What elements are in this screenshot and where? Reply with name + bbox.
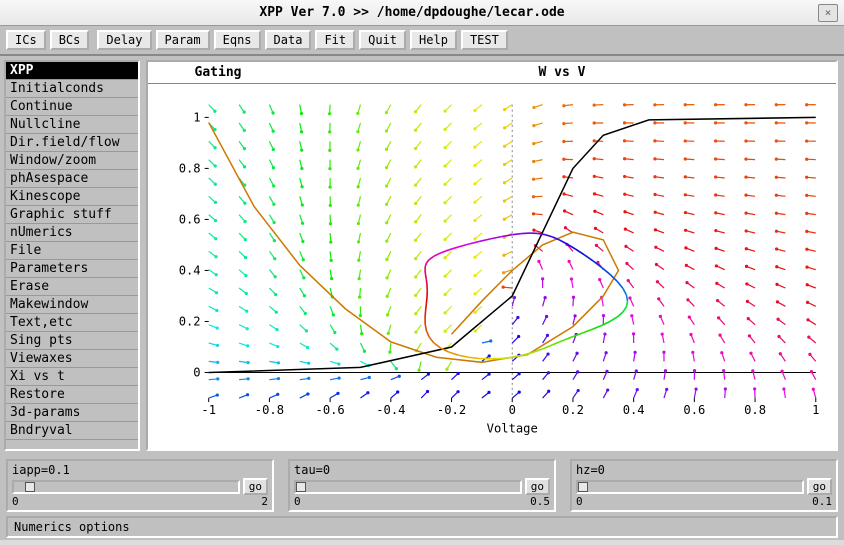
slider-track[interactable] (12, 480, 240, 494)
param-button[interactable]: Param (156, 30, 210, 50)
sidebar-item-graphic-stuff[interactable]: Graphic stuff (6, 206, 138, 224)
sidebar-item-initialconds[interactable]: Initialconds (6, 80, 138, 98)
svg-text:0.4: 0.4 (623, 403, 645, 417)
slider-max: 0.1 (812, 495, 832, 508)
plot-gating-label: Gating (148, 62, 288, 83)
svg-text:-0.4: -0.4 (376, 403, 405, 417)
eqns-button[interactable]: Eqns (214, 30, 261, 50)
slider-track[interactable] (294, 480, 522, 494)
sidebar-item-erase[interactable]: Erase (6, 278, 138, 296)
close-button[interactable]: × (818, 4, 838, 22)
slider-min: 0 (12, 495, 19, 508)
sidebar-item-bndryval[interactable]: Bndryval (6, 422, 138, 440)
slider-panel-0: iapp=0.1go 0 2 (6, 459, 274, 512)
sidebar-item-window-zoom[interactable]: Window/zoom (6, 152, 138, 170)
svg-text:0.6: 0.6 (683, 403, 705, 417)
slider-min: 0 (576, 495, 583, 508)
sidebar-item-dir-field-flow[interactable]: Dir.field/flow (6, 134, 138, 152)
sidebar: XPPInitialcondsContinueNullclineDir.fiel… (4, 60, 140, 451)
svg-text:-0.8: -0.8 (255, 403, 284, 417)
sidebar-item-file[interactable]: File (6, 242, 138, 260)
data-button[interactable]: Data (265, 30, 312, 50)
slider-thumb[interactable] (578, 482, 588, 492)
delay-button[interactable]: Delay (97, 30, 151, 50)
svg-text:-0.6: -0.6 (316, 403, 345, 417)
toolbar: ICs BCs Delay Param Eqns Data Fit Quit H… (0, 26, 844, 56)
slider-thumb[interactable] (296, 482, 306, 492)
svg-text:0.4: 0.4 (179, 264, 201, 278)
svg-text:0.8: 0.8 (744, 403, 766, 417)
svg-text:-1: -1 (201, 403, 216, 417)
sidebar-item-parameters[interactable]: Parameters (6, 260, 138, 278)
slider-go-button[interactable]: go (807, 478, 832, 495)
sidebar-item-restore[interactable]: Restore (6, 386, 138, 404)
fit-button[interactable]: Fit (315, 30, 355, 50)
sidebar-item-phasespace[interactable]: phAsespace (6, 170, 138, 188)
svg-text:0: 0 (509, 403, 516, 417)
slider-go-button[interactable]: go (243, 478, 268, 495)
titlebar: XPP Ver 7.0 >> /home/dpdoughe/lecar.ode … (0, 0, 844, 26)
help-button[interactable]: Help (410, 30, 457, 50)
phase-plane-plot[interactable]: -1 -0.8 -0.6 -0.4 -0.2 0 0.2 0.4 0.6 0.8 1 0 0.2 0.4 0… (148, 84, 836, 449)
slider-max: 0.5 (530, 495, 550, 508)
slider-panel-1: tau=0go 0 0.5 (288, 459, 556, 512)
bcs-button[interactable]: BCs (50, 30, 90, 50)
sidebar-item-numerics[interactable]: nUmerics (6, 224, 138, 242)
sidebar-item-continue[interactable]: Continue (6, 98, 138, 116)
svg-text:1: 1 (193, 110, 200, 124)
plot-title: W vs V (288, 62, 836, 83)
svg-text:0: 0 (193, 366, 200, 380)
slider-thumb[interactable] (25, 482, 35, 492)
ics-button[interactable]: ICs (6, 30, 46, 50)
slider-max: 2 (261, 495, 268, 508)
svg-text:0.2: 0.2 (179, 315, 201, 329)
svg-text:Voltage: Voltage (487, 421, 538, 435)
quit-button[interactable]: Quit (359, 30, 406, 50)
svg-text:0.8: 0.8 (179, 161, 201, 175)
window-title: XPP Ver 7.0 >> /home/dpdoughe/lecar.ode (6, 5, 818, 20)
sidebar-item-text-etc[interactable]: Text,etc (6, 314, 138, 332)
sidebar-item-3d-params[interactable]: 3d-params (6, 404, 138, 422)
test-button[interactable]: TEST (461, 30, 508, 50)
svg-text:0.2: 0.2 (562, 403, 584, 417)
sidebar-item-viewaxes[interactable]: Viewaxes (6, 350, 138, 368)
svg-text:1: 1 (812, 403, 819, 417)
sidebar-item-sing-pts[interactable]: Sing pts (6, 332, 138, 350)
status-bar: Numerics options (6, 516, 838, 538)
slider-min: 0 (294, 495, 301, 508)
sidebar-item-kinescope[interactable]: Kinescope (6, 188, 138, 206)
sidebar-item-xi-vs-t[interactable]: Xi vs t (6, 368, 138, 386)
svg-text:-0.2: -0.2 (437, 403, 466, 417)
slider-track[interactable] (576, 480, 804, 494)
slider-panel-2: hz=0go 0 0.1 (570, 459, 838, 512)
sidebar-item-makewindow[interactable]: Makewindow (6, 296, 138, 314)
slider-label: tau=0 (294, 463, 550, 477)
svg-text:0.6: 0.6 (179, 212, 201, 226)
slider-go-button[interactable]: go (525, 478, 550, 495)
plot-area: Gating W vs V -1 -0.8 -0.6 -0.4 -0.2 0 0.2 0.4 0… (146, 60, 838, 451)
slider-label: hz=0 (576, 463, 832, 477)
sidebar-item-xpp[interactable]: XPP (6, 62, 138, 80)
slider-label: iapp=0.1 (12, 463, 268, 477)
sidebar-item-nullcline[interactable]: Nullcline (6, 116, 138, 134)
